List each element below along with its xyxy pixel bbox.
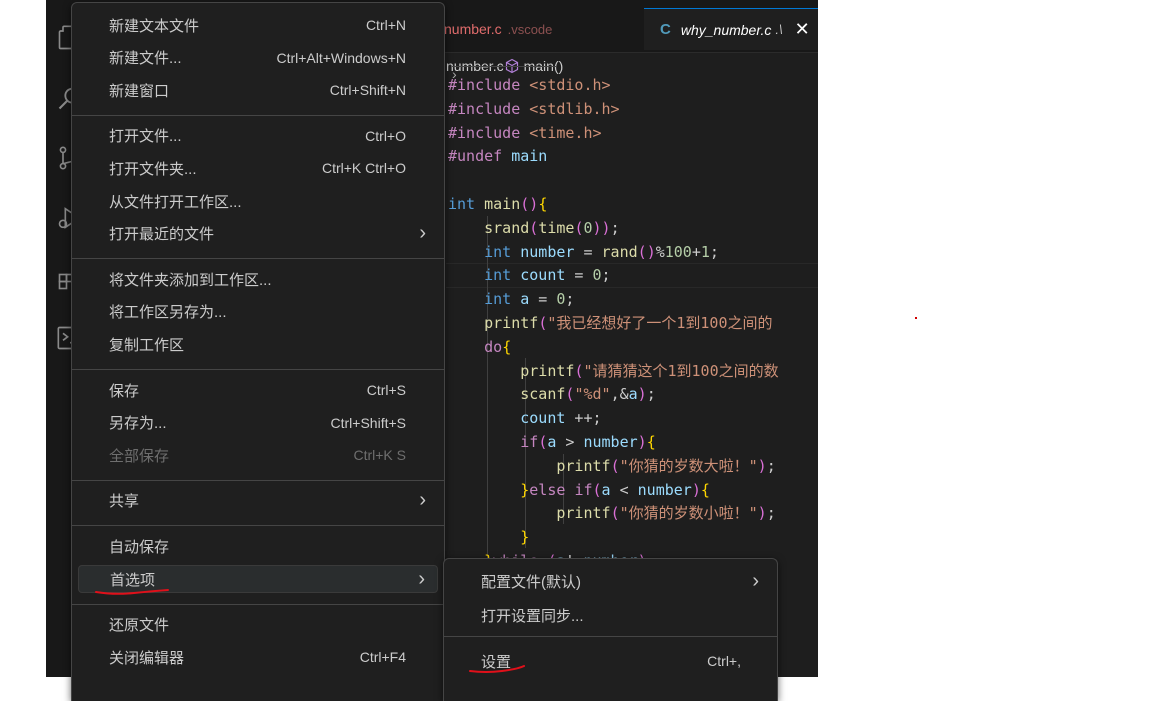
menu-item-label: 将文件夹添加到工作区... xyxy=(109,271,272,289)
menu-item-shortcut: Ctrl+K Ctrl+O xyxy=(321,160,406,177)
code-line[interactable]: printf("我已经想好了一个1到100之间的 xyxy=(448,312,779,336)
code-line[interactable]: srand(time(0)); xyxy=(448,217,779,241)
annotation-underline-settings xyxy=(469,665,525,673)
menu-item-label: 另存为... xyxy=(109,415,167,433)
menu-item[interactable]: 自动保存 xyxy=(78,532,438,560)
menu-item[interactable]: 打开最近的文件 › xyxy=(78,220,438,248)
code-line[interactable] xyxy=(448,169,779,193)
menu-item-shortcut: Ctrl+K S xyxy=(353,447,406,464)
code-line[interactable]: int a = 0; xyxy=(448,288,779,312)
menu-item-label: 打开最近的文件 xyxy=(109,226,215,244)
code-line[interactable]: scanf("%d",&a); xyxy=(448,383,779,407)
menu-item[interactable]: 打开文件夹... Ctrl+K Ctrl+O xyxy=(78,154,438,182)
code-line[interactable]: #include <stdio.h> xyxy=(448,74,779,98)
menu-separator xyxy=(72,114,444,116)
menu-separator xyxy=(72,603,444,605)
menu-item[interactable]: 将文件夹添加到工作区... xyxy=(78,265,438,293)
menu-item-label: 将工作区另存为... xyxy=(109,304,227,322)
menu-separator xyxy=(72,525,444,527)
menu-item-shortcut: Ctrl+, xyxy=(707,653,741,669)
menu-separator xyxy=(72,479,444,481)
menu-item-label: 打开文件... xyxy=(109,128,182,146)
menu-item[interactable]: 还原文件 xyxy=(78,611,438,639)
menu-item-label: 全部保存 xyxy=(109,447,170,465)
code-line[interactable]: count ++; xyxy=(448,407,779,431)
code-line[interactable]: printf("你猜的岁数小啦！"); xyxy=(448,502,779,526)
menu-item[interactable]: 从文件打开工作区... xyxy=(78,187,438,215)
code-line[interactable]: int main(){ xyxy=(448,193,779,217)
code-editor[interactable]: #include <stdio.h> #include <stdlib.h> #in… xyxy=(448,74,779,598)
menu-item[interactable]: 复制工作区 xyxy=(78,330,438,358)
preferences-submenu: 配置文件(默认) › 打开设置同步... 设置 Ctrl+, xyxy=(443,558,778,701)
tab-number-c[interactable]: number.c .vscode xyxy=(444,8,552,50)
menu-item-shortcut: Ctrl+Alt+Windows+N xyxy=(276,49,406,66)
code-line[interactable]: #include <stdlib.h> xyxy=(448,98,779,122)
menu-item[interactable]: 新建窗口 Ctrl+Shift+N xyxy=(78,76,438,104)
menu-item[interactable]: 打开设置同步... xyxy=(450,601,771,629)
menu-item-label: 复制工作区 xyxy=(109,336,185,354)
menu-item[interactable]: 打开文件... Ctrl+O xyxy=(78,122,438,150)
menu-item-label: 从文件打开工作区... xyxy=(109,193,242,211)
menu-item-label: 关闭编辑器 xyxy=(109,649,185,667)
menu-item[interactable]: 保存 Ctrl+S xyxy=(78,376,438,404)
menu-separator xyxy=(444,636,777,637)
menu-item-shortcut: Ctrl+F4 xyxy=(359,649,406,666)
tab-dir: .vscode xyxy=(507,21,553,37)
menu-item-shortcut: Ctrl+O xyxy=(365,127,406,144)
tab-name: why_number.c xyxy=(680,21,772,38)
menu-item[interactable]: 新建文本文件 Ctrl+N xyxy=(78,11,438,39)
menu-item-label: 自动保存 xyxy=(109,538,170,556)
annotation-dot xyxy=(915,317,917,319)
code-line[interactable]: int number = rand()%100+1; xyxy=(448,241,779,265)
file-menu: 新建文本文件 Ctrl+N 新建文件... Ctrl+Alt+Windows+N 新建窗… xyxy=(71,2,445,701)
chevron-right-icon: › xyxy=(452,65,558,82)
menu-item-label: 打开设置同步... xyxy=(481,607,584,625)
menu-item-label: 新建窗口 xyxy=(109,82,170,100)
menu-item[interactable]: 另存为... Ctrl+Shift+S xyxy=(78,409,438,437)
menu-item[interactable]: 关闭编辑器 Ctrl+F4 xyxy=(78,643,438,671)
tab-dir: .\ xyxy=(775,22,783,37)
menu-item-label: 打开文件夹... xyxy=(109,160,197,178)
annotation-underline-preferences xyxy=(95,589,169,595)
chevron-right-icon: › xyxy=(752,569,759,592)
menu-item[interactable]: 新建文件... Ctrl+Alt+Windows+N xyxy=(78,44,438,72)
code-line[interactable]: if(a > number){ xyxy=(448,431,779,455)
menu-item-label: 配置文件(默认) xyxy=(481,573,581,591)
menu-item-label: 还原文件 xyxy=(109,617,170,635)
menu-separator xyxy=(72,369,444,370)
code-line[interactable]: printf("你猜的岁数大啦！"); xyxy=(448,455,779,479)
menu-item[interactable]: 共享 › xyxy=(78,487,438,515)
menu-item-shortcut: Ctrl+Shift+N xyxy=(329,82,406,99)
menu-item-label: 新建文件... xyxy=(109,50,182,68)
code-line[interactable]: do{ xyxy=(448,336,779,360)
c-file-icon: C xyxy=(660,21,671,38)
menu-item[interactable]: 将工作区另存为... xyxy=(78,298,438,326)
menu-item-label: 保存 xyxy=(109,382,140,400)
chevron-right-icon: › xyxy=(419,222,426,245)
code-line[interactable]: } xyxy=(448,526,779,550)
menu-item-shortcut: Ctrl+S xyxy=(366,382,406,398)
code-line[interactable]: #undef main xyxy=(448,145,779,169)
code-line[interactable]: }else if(a < number){ xyxy=(448,479,779,503)
tab-why-number-c[interactable]: C why_number.c .\ ✕ xyxy=(644,8,818,50)
code-line[interactable]: int count = 0; xyxy=(448,264,779,288)
code-line[interactable]: printf("请猜猜这个1到100之间的数 xyxy=(448,360,778,384)
menu-item[interactable]: 配置文件(默认) › xyxy=(450,567,771,595)
menu-item-label: 新建文本文件 xyxy=(109,17,200,35)
tab-name: number.c xyxy=(444,21,502,37)
menu-item[interactable]: 全部保存 Ctrl+K S xyxy=(78,441,438,469)
code-line[interactable]: #include <time.h> xyxy=(448,122,779,146)
chevron-right-icon: › xyxy=(419,489,426,512)
menu-item-shortcut: Ctrl+Shift+S xyxy=(330,414,406,431)
menu-separator xyxy=(72,258,444,260)
close-icon[interactable]: ✕ xyxy=(795,19,810,40)
menu-item-shortcut: Ctrl+N xyxy=(365,17,406,33)
menu-item-label: 共享 xyxy=(109,493,140,511)
chevron-right-icon: › xyxy=(418,567,425,590)
